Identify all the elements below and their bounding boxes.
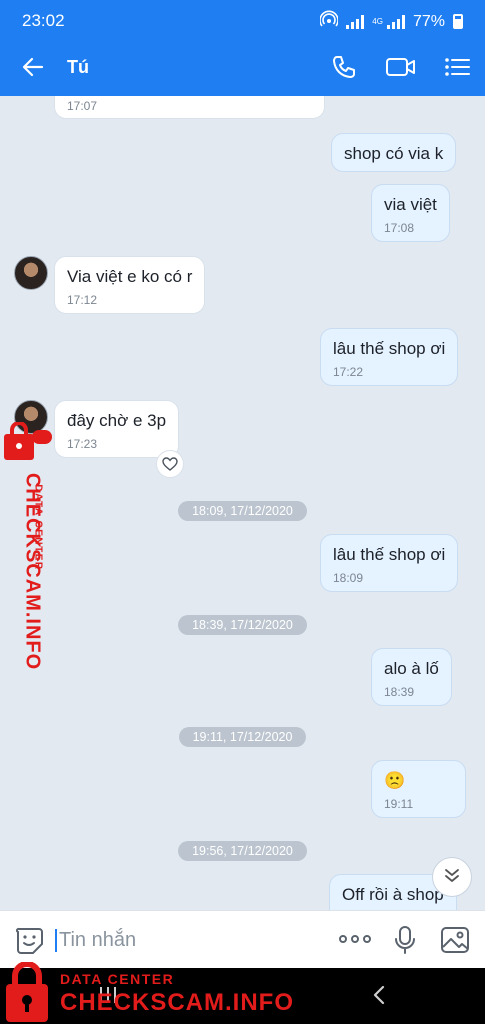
message-text: via việt (384, 195, 437, 214)
message-bubble-sent[interactable]: lâu thế shop ơi 18:09 (320, 534, 459, 592)
chat-header: Tú (0, 40, 485, 96)
video-call-icon[interactable] (385, 54, 417, 85)
message-bubble-received[interactable]: 17:07 (54, 96, 325, 119)
message-text: shop có via k (344, 144, 444, 163)
battery-icon (453, 14, 463, 29)
status-time: 23:02 (22, 11, 65, 30)
date-separator-label: 19:11, 17/12/2020 (178, 727, 307, 747)
microphone-icon[interactable] (393, 925, 417, 960)
watermark-label: DATA CENTER (60, 971, 175, 987)
list-menu-icon[interactable] (443, 54, 471, 85)
system-nav-bar: DATA CENTER CHECKSCAM.INFO (0, 961, 485, 1024)
date-separator: 19:56, 17/12/2020 (0, 841, 485, 861)
message-time: 19:11 (384, 797, 414, 811)
battery-percent: 77% (412, 12, 445, 30)
message-bubble-received[interactable]: đây chờ e 3p 17:23 (54, 400, 180, 458)
message-text: Off rồi à shop (342, 885, 444, 904)
message-list[interactable]: 17:07 shop có via k via việt 17:08 Via v… (0, 96, 485, 910)
lock-icon (2, 421, 54, 467)
date-separator-label: 19:56, 17/12/2020 (178, 841, 307, 861)
status-indicators: 4G 77% (319, 10, 463, 33)
network-type: 4G (372, 16, 383, 26)
message-time: 17:08 (384, 221, 415, 235)
phone-icon[interactable] (331, 54, 357, 85)
image-icon[interactable] (440, 925, 470, 960)
signal-icon (346, 14, 365, 29)
contact-name[interactable]: Tú (67, 57, 89, 78)
watermark-brand: CHECKSCAM.INFO (21, 472, 44, 671)
sticker-icon[interactable] (14, 925, 44, 960)
date-separator: 19:11, 17/12/2020 (0, 727, 485, 747)
watermark-horizontal: DATA CENTER CHECKSCAM.INFO (0, 961, 300, 1024)
message-input[interactable]: Tin nhắn (55, 929, 136, 952)
date-separator-label: 18:39, 17/12/2020 (178, 615, 307, 635)
hotspot-icon (319, 10, 340, 33)
message-bubble-sent[interactable]: alo à lố 18:39 (371, 648, 452, 706)
message-time: 18:39 (384, 685, 415, 699)
lock-icon (4, 961, 50, 1024)
signal-icon-2 (386, 14, 405, 29)
message-text: alo à lố (384, 659, 439, 678)
chevron-double-down-icon (443, 866, 461, 889)
date-separator-label: 18:09, 17/12/2020 (178, 501, 307, 521)
composer-bar: Tin nhắn (0, 910, 485, 968)
message-time: 17:23 (67, 437, 98, 451)
back-nav-icon[interactable] (370, 984, 388, 1011)
message-time: 18:09 (333, 571, 364, 585)
message-bubble-sent[interactable]: lâu thế shop ơi 17:22 (320, 328, 459, 386)
message-text: đây chờ e 3p (67, 411, 167, 430)
message-bubble-received[interactable]: Via việt e ko có r 17:12 (54, 256, 206, 314)
status-bar: 23:02 4G 77% (0, 0, 485, 40)
back-arrow-icon[interactable] (20, 54, 46, 85)
message-bubble-sent[interactable]: via việt 17:08 (371, 184, 450, 242)
message-time: 17:12 (67, 293, 98, 307)
message-bubble-sent[interactable]: 🙁 19:11 (371, 760, 466, 818)
heart-icon[interactable] (156, 450, 184, 478)
message-time: 17:22 (333, 365, 364, 379)
message-text: lâu thế shop ơi (333, 339, 446, 358)
date-separator: 18:39, 17/12/2020 (0, 615, 485, 635)
more-dots-icon[interactable] (338, 931, 372, 952)
emoji-message: 🙁 (384, 771, 406, 790)
message-text: Via việt e ko có r (67, 267, 193, 286)
message-bubble-sent[interactable]: shop có via k (331, 133, 457, 172)
message-time: 17:07 (67, 99, 98, 113)
watermark-vertical: DATA CENTER CHECKSCAM.INFO (2, 421, 54, 670)
avatar[interactable] (14, 256, 48, 290)
watermark-brand: CHECKSCAM.INFO (60, 989, 294, 1016)
date-separator: 18:09, 17/12/2020 (0, 501, 485, 521)
message-text: lâu thế shop ơi (333, 545, 446, 564)
scroll-to-bottom-button[interactable] (432, 857, 472, 897)
